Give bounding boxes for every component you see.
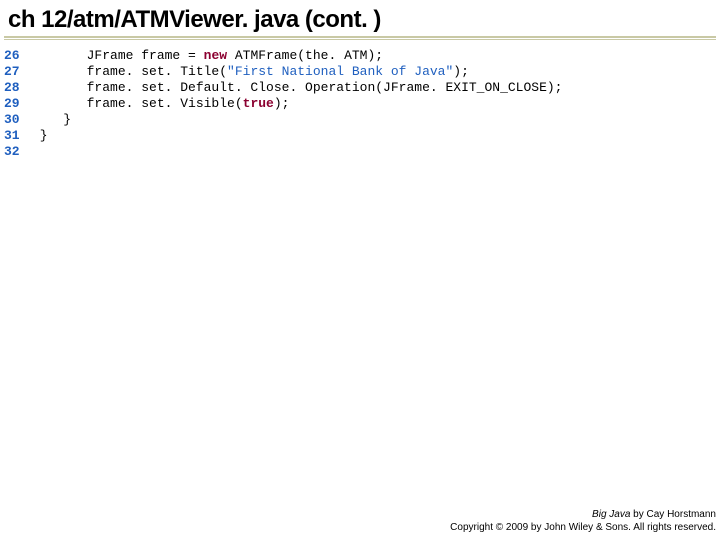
code-body: JFrame frame = new ATMFrame(the. ATM); f… [32, 48, 563, 160]
footer-line2: Copyright © 2009 by John Wiley & Sons. A… [450, 521, 716, 534]
page-title: ch 12/atm/ATMViewer. java (cont. ) [0, 0, 720, 36]
code-listing: 26 27 28 29 30 31 32 JFrame frame = new … [0, 40, 720, 160]
footer: Big Java by Cay Horstmann Copyright © 20… [450, 508, 716, 534]
line-numbers: 26 27 28 29 30 31 32 [4, 48, 32, 160]
divider [4, 36, 716, 38]
footer-line1: Big Java by Cay Horstmann [450, 508, 716, 521]
